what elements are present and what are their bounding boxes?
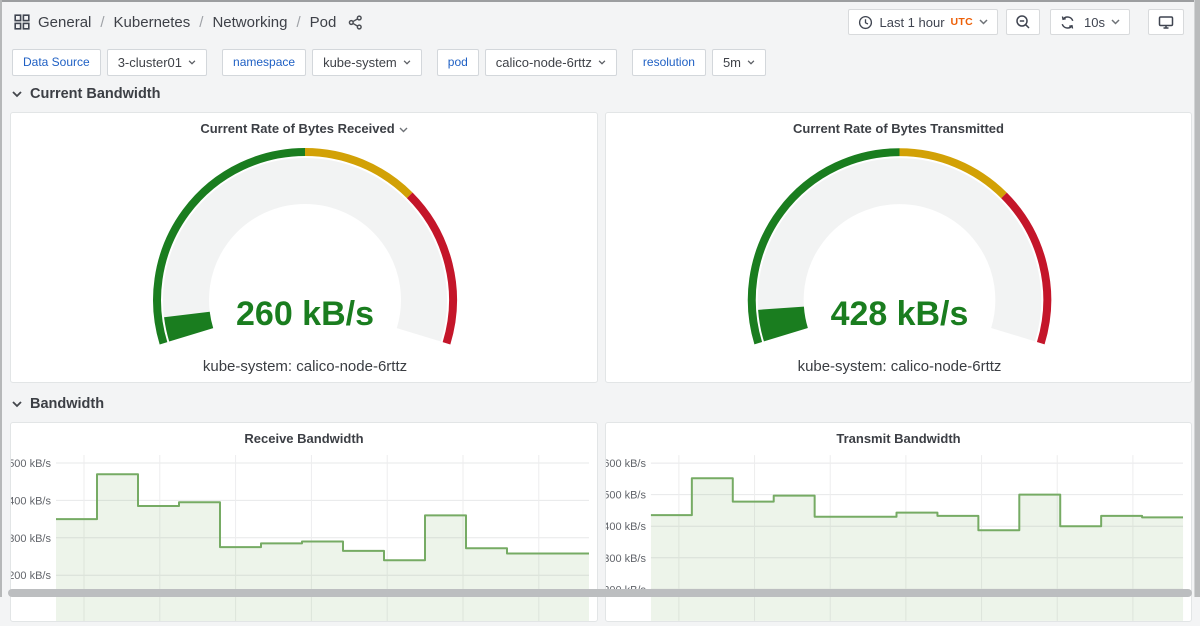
- breadcrumb-separator: /: [99, 14, 105, 31]
- pod-dropdown[interactable]: calico-node-6rttz: [485, 49, 617, 76]
- dashboard-grid-icon[interactable]: [14, 14, 30, 30]
- gauge-visualization: 260 kB/s kube-system: calico-node-6rttz: [11, 141, 599, 384]
- variable-label: pod: [437, 49, 479, 76]
- timezone-badge: UTC: [951, 16, 973, 28]
- breadcrumb-folder[interactable]: General: [38, 14, 91, 31]
- variable-label: resolution: [632, 49, 706, 76]
- panel-title[interactable]: Transmit Bandwidth: [606, 423, 1191, 451]
- breadcrumb-segment[interactable]: Kubernetes: [114, 14, 191, 31]
- gauge-visualization: 428 kB/s kube-system: calico-node-6rttz: [606, 141, 1193, 384]
- breadcrumb-segment[interactable]: Pod: [310, 14, 337, 31]
- clock-icon: [858, 15, 873, 30]
- kiosk-mode-button[interactable]: [1148, 9, 1184, 35]
- variable-label: namespace: [222, 49, 306, 76]
- svg-text:600 kB/s: 600 kB/s: [606, 458, 646, 470]
- chevron-down-icon: [747, 60, 755, 65]
- monitor-icon: [1158, 15, 1174, 30]
- svg-text:500 kB/s: 500 kB/s: [606, 490, 646, 502]
- refresh-controls[interactable]: 10s: [1050, 9, 1130, 35]
- svg-text:500 kB/s: 500 kB/s: [11, 458, 51, 470]
- chevron-down-icon: [12, 91, 22, 98]
- navbar: General / Kubernetes / Networking / Pod Last …: [2, 2, 1194, 42]
- window-border-top: [0, 0, 1200, 2]
- variable-namespace: namespace kube-system: [222, 49, 422, 76]
- datasource-dropdown[interactable]: 3-cluster01: [107, 49, 207, 76]
- chevron-down-icon: [1111, 19, 1120, 25]
- namespace-dropdown[interactable]: kube-system: [312, 49, 422, 76]
- chevron-down-icon: [188, 60, 196, 65]
- svg-text:kube-system: calico-node-6rttz: kube-system: calico-node-6rttz: [798, 358, 1002, 375]
- panel-bytes-received: Current Rate of Bytes Received 260 kB/s k…: [10, 112, 598, 383]
- refresh-interval-label: 10s: [1084, 15, 1105, 30]
- breadcrumb-segments: / Kubernetes / Networking / Pod: [99, 14, 336, 31]
- dashboard-variables: Data Source 3-cluster01 namespace kube-s…: [2, 44, 1194, 80]
- window-border-right: [1194, 0, 1200, 597]
- section-bandwidth[interactable]: Bandwidth: [12, 396, 104, 412]
- breadcrumb-segment[interactable]: Networking: [212, 14, 287, 31]
- navbar-controls: Last 1 hour UTC 10s: [848, 9, 1185, 35]
- variable-datasource: Data Source 3-cluster01: [12, 49, 207, 76]
- breadcrumb-separator: /: [198, 14, 204, 31]
- breadcrumb: General / Kubernetes / Networking / Pod: [14, 14, 363, 31]
- zoom-out-icon: [1015, 14, 1031, 30]
- variable-pod: pod calico-node-6rttz: [437, 49, 617, 76]
- window-border-left: [0, 0, 2, 597]
- svg-text:kube-system: calico-node-6rttz: kube-system: calico-node-6rttz: [203, 358, 407, 375]
- svg-text:300 kB/s: 300 kB/s: [606, 553, 646, 565]
- resolution-dropdown[interactable]: 5m: [712, 49, 766, 76]
- share-icon[interactable]: [348, 15, 363, 30]
- variable-resolution: resolution 5m: [632, 49, 766, 76]
- panel-title[interactable]: Receive Bandwidth: [11, 423, 597, 451]
- svg-text:400 kB/s: 400 kB/s: [11, 495, 51, 507]
- chevron-down-icon: [598, 60, 606, 65]
- time-range-picker[interactable]: Last 1 hour UTC: [848, 9, 999, 35]
- zoom-out-button[interactable]: [1006, 9, 1040, 35]
- svg-text:400 kB/s: 400 kB/s: [606, 521, 646, 533]
- time-range-label: Last 1 hour: [880, 15, 945, 30]
- chevron-down-icon: [403, 60, 411, 65]
- variable-label: Data Source: [12, 49, 101, 76]
- svg-text:200 kB/s: 200 kB/s: [11, 570, 51, 582]
- svg-text:300 kB/s: 300 kB/s: [11, 533, 51, 545]
- chevron-down-icon: [12, 401, 22, 408]
- horizontal-scrollbar[interactable]: [8, 589, 1192, 597]
- chevron-down-icon: [399, 127, 408, 133]
- svg-text:428 kB/s: 428 kB/s: [831, 295, 969, 333]
- panel-title[interactable]: Current Rate of Bytes Transmitted: [606, 113, 1191, 141]
- breadcrumb-separator: /: [295, 14, 301, 31]
- section-current-bandwidth[interactable]: Current Bandwidth: [12, 86, 161, 102]
- svg-text:260 kB/s: 260 kB/s: [236, 295, 374, 333]
- refresh-icon: [1060, 15, 1075, 30]
- panel-bytes-transmitted: Current Rate of Bytes Transmitted 428 kB…: [605, 112, 1192, 383]
- chevron-down-icon: [979, 19, 988, 25]
- panel-title[interactable]: Current Rate of Bytes Received: [11, 113, 597, 141]
